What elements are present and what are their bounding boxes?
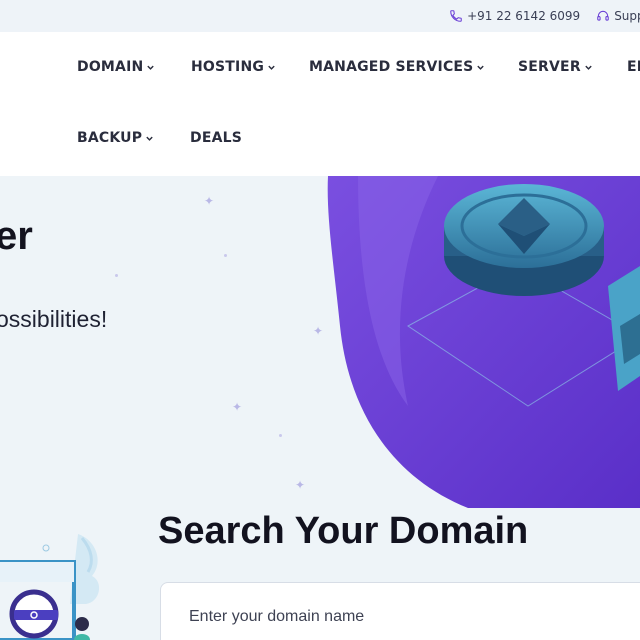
- top-utility-bar: +91 22 6142 6099 Suppo: [0, 0, 640, 32]
- main-navigation: DOMAIN HOSTING MANAGED SERVICES SERVER E…: [0, 32, 640, 176]
- nav-item-label: EI: [627, 59, 640, 75]
- nav-item-label: DOMAIN: [77, 59, 144, 75]
- nav-item-label: BACKUP: [77, 130, 143, 146]
- hero-illustration: [327, 176, 640, 508]
- sparkle-icon: ✦: [232, 400, 243, 414]
- nav-item-deals[interactable]: DEALS: [190, 130, 242, 146]
- domain-search-input[interactable]: [160, 582, 640, 640]
- nav-item-domain[interactable]: DOMAIN: [77, 59, 155, 75]
- phone-link[interactable]: +91 22 6142 6099: [449, 9, 580, 23]
- nav-item-label: SERVER: [518, 59, 581, 75]
- decorative-dot: [279, 434, 282, 437]
- search-illustration: [0, 534, 100, 640]
- phone-icon: [450, 10, 462, 22]
- chevron-down-icon: [584, 63, 593, 72]
- support-label: Suppo: [614, 9, 640, 23]
- chevron-down-icon: [476, 63, 485, 72]
- nav-item-managed-services[interactable]: MANAGED SERVICES: [309, 59, 485, 75]
- nav-item-label: HOSTING: [191, 59, 265, 75]
- sparkle-icon: ✦: [204, 194, 215, 208]
- support-link[interactable]: Suppo: [596, 9, 640, 23]
- nav-item-label: DEALS: [190, 130, 243, 146]
- nav-item-overflow[interactable]: EI: [627, 59, 640, 75]
- nav-item-server[interactable]: SERVER: [518, 59, 593, 75]
- nav-item-backup[interactable]: BACKUP: [77, 130, 154, 146]
- search-domain-heading: Search Your Domain: [158, 510, 529, 552]
- chevron-down-icon: [145, 134, 154, 143]
- hero-section: er ossibilities! ✦ ✦ ✦ ✦ Search Your Dom…: [0, 176, 640, 640]
- chevron-down-icon: [146, 63, 155, 72]
- nav-item-hosting[interactable]: HOSTING: [191, 59, 276, 75]
- decorative-dot: [224, 254, 227, 257]
- hero-title: er: [0, 214, 33, 258]
- chevron-down-icon: [267, 63, 276, 72]
- decorative-dot: [115, 274, 118, 277]
- sparkle-icon: ✦: [295, 478, 306, 492]
- headset-icon: [597, 10, 609, 21]
- hero-subtitle: ossibilities!: [0, 306, 108, 332]
- nav-item-label: MANAGED SERVICES: [309, 59, 474, 75]
- phone-number: +91 22 6142 6099: [467, 9, 581, 23]
